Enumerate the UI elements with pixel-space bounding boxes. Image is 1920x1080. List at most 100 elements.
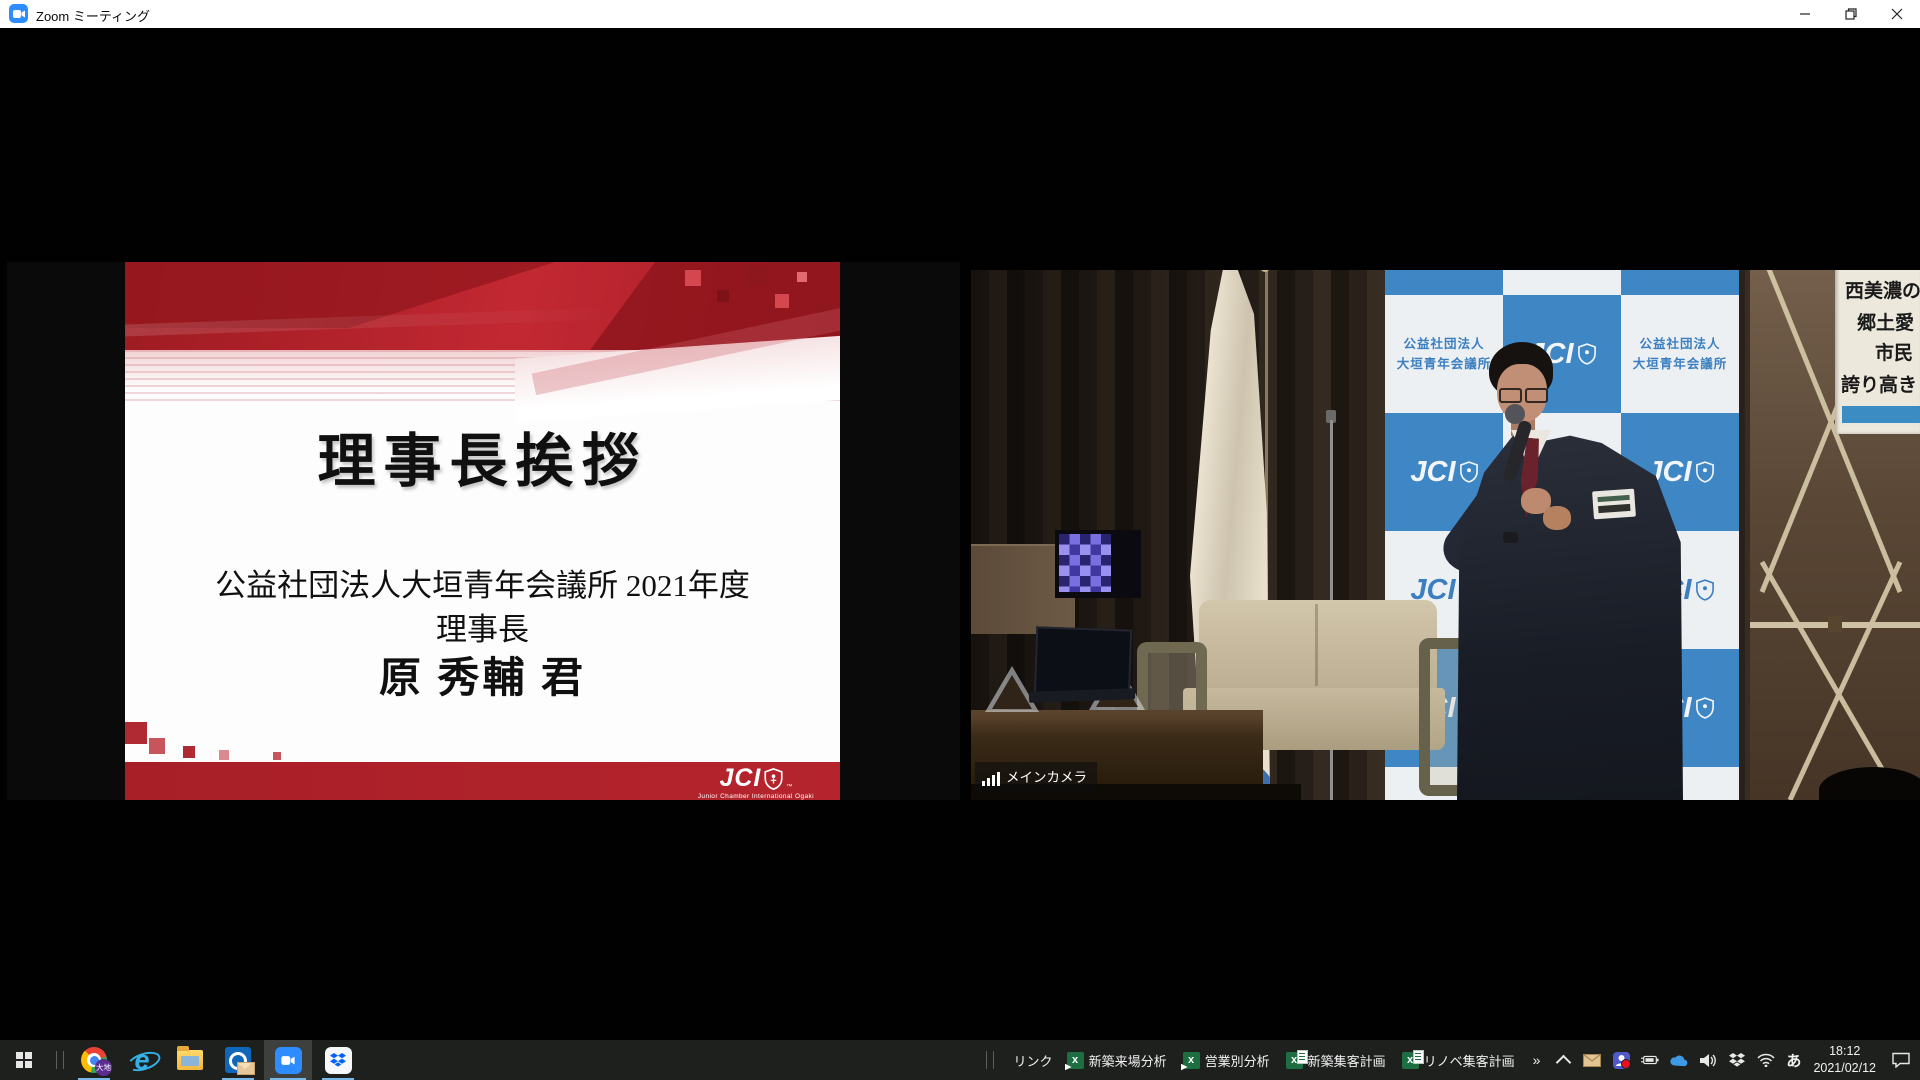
banner-pixel — [775, 294, 789, 308]
glasses-icon — [1499, 388, 1547, 402]
window-title: Zoom ミーティング — [36, 6, 150, 25]
volume-tray-icon[interactable] — [1699, 1050, 1717, 1070]
excel-icon: x — [1286, 1052, 1303, 1069]
speaker-person — [1455, 342, 1695, 800]
jci-shield-icon — [764, 768, 783, 790]
dropbox-icon — [325, 1047, 352, 1074]
link-shortcut[interactable]: x 営業別分析 — [1183, 1051, 1270, 1070]
mosaic-block — [219, 750, 229, 760]
link-label: 新築集客計画 — [1308, 1051, 1386, 1070]
excel-icon: x — [1402, 1052, 1419, 1069]
link-label: 新築来場分析 — [1089, 1051, 1167, 1070]
excel-icon: x — [1067, 1052, 1084, 1069]
battery-tray-icon[interactable] — [1641, 1050, 1659, 1070]
taskbar-chrome-button[interactable]: 大地 — [72, 1040, 116, 1080]
toolbar-grip[interactable] — [56, 1051, 64, 1069]
mosaic-block — [273, 752, 281, 760]
wrist-watch — [1503, 532, 1518, 543]
mosaic-block — [183, 746, 195, 758]
speaker-suit — [1457, 432, 1683, 800]
toolbar-grip[interactable] — [986, 1051, 994, 1069]
minimize-icon — [1799, 8, 1811, 20]
restore-button[interactable] — [1828, 0, 1874, 27]
camera-name-text: メインカメラ — [1006, 766, 1087, 786]
camera-name-label: メインカメラ — [975, 762, 1097, 791]
slide-role: 理事長 — [125, 604, 840, 649]
video-tile-camera[interactable]: JCI 公益社団法人大垣青年会議所 JCI 公益社団法人大垣青年会議所 JCI … — [971, 262, 1920, 800]
show-hidden-icons-chevron[interactable] — [1556, 1054, 1572, 1070]
poster-line: 市民 — [1875, 338, 1913, 365]
video-top-edge — [971, 262, 1920, 270]
link-label: 営業別分析 — [1205, 1051, 1270, 1070]
video-tile-slide[interactable]: 理事長挨拶 公益社団法人大垣青年会議所 2021年度 理事長 原 秀輔 君 JC… — [7, 262, 960, 800]
banner-pixel — [747, 266, 767, 286]
clock-time: 18:12 — [1829, 1043, 1860, 1060]
internet-explorer-icon: e — [128, 1046, 156, 1074]
backdrop-jci-text: JCI — [1410, 456, 1455, 489]
poster-blue-band — [1842, 406, 1920, 423]
chrome-icon: 大地 — [81, 1047, 107, 1073]
links-overflow-chevron[interactable]: » — [1533, 1052, 1541, 1068]
action-center-icon[interactable] — [1890, 1050, 1912, 1070]
camera-icon — [13, 9, 25, 19]
teams-tray-icon[interactable] — [1612, 1050, 1630, 1070]
speaker-name-badge — [1592, 489, 1636, 520]
taskbar-clock[interactable]: 18:12 2021/02/12 — [1813, 1043, 1876, 1077]
slide-title: 理事長挨拶 — [125, 414, 840, 498]
close-icon — [1891, 8, 1903, 20]
taskbar-dropbox-button[interactable] — [316, 1040, 360, 1080]
jci-shield-icon — [1696, 697, 1714, 719]
presentation-slide: 理事長挨拶 公益社団法人大垣青年会議所 2021年度 理事長 原 秀輔 君 JC… — [125, 262, 840, 800]
jci-trademark: ™ — [786, 784, 792, 790]
slide-footer: JCI ™ Junior Chamber International Ogaki — [125, 762, 840, 800]
flipchart-poster: 西美濃の 郷土愛 市民 誇り高き — [1835, 266, 1920, 434]
taskbar-outlook-button[interactable] — [216, 1040, 260, 1080]
link-label: リノベ集客計画 — [1424, 1051, 1515, 1070]
minimize-button[interactable] — [1782, 0, 1828, 27]
jci-logo: JCI ™ Junior Chamber International Ogaki — [698, 764, 814, 800]
banner-pixel — [685, 270, 701, 286]
link-shortcut[interactable]: x リノベ集客計画 — [1402, 1051, 1515, 1070]
zoom-app-icon — [9, 4, 28, 23]
slide-org-year: 公益社団法人大垣青年会議所 2021年度 — [125, 560, 840, 605]
slide-speaker-name: 原 秀輔 君 — [125, 644, 840, 705]
jci-shield-icon — [1696, 579, 1714, 601]
screen: Zoom ミーティング — [0, 0, 1920, 1080]
notification-dot — [1621, 1059, 1631, 1069]
taskbar-ie-button[interactable]: e — [120, 1040, 164, 1080]
link-shortcut[interactable]: x 新築集客計画 — [1286, 1051, 1386, 1070]
window-titlebar: Zoom ミーティング — [0, 0, 1920, 28]
taskbar-zoom-button-active[interactable] — [264, 1040, 312, 1080]
excel-icon: x — [1183, 1052, 1200, 1069]
banner-pixel — [717, 290, 729, 302]
poster-line: 西美濃の — [1845, 276, 1920, 303]
zoom-icon — [275, 1047, 302, 1074]
poster-line: 誇り高き — [1841, 370, 1917, 397]
monitor-screen — [1059, 534, 1111, 592]
outlook-icon — [225, 1047, 251, 1073]
couch-seam — [1315, 604, 1318, 686]
clock-date: 2021/02/12 — [1813, 1060, 1876, 1077]
taskbar-explorer-button[interactable] — [168, 1040, 212, 1080]
wifi-tray-icon[interactable] — [1757, 1050, 1775, 1070]
speaker-hand — [1543, 506, 1571, 530]
banner-pixel — [797, 272, 807, 282]
mosaic-block — [149, 738, 165, 754]
links-toolbar-label: リンク — [1014, 1051, 1053, 1070]
windows-logo-icon — [16, 1052, 32, 1068]
close-button[interactable] — [1874, 0, 1920, 27]
chrome-profile-badge: 大地 — [95, 1059, 112, 1076]
dropbox-tray-icon[interactable] — [1728, 1050, 1746, 1070]
meeting-stage: 理事長挨拶 公益社団法人大垣青年会議所 2021年度 理事長 原 秀輔 君 JC… — [0, 28, 1920, 1040]
file-explorer-icon — [177, 1050, 203, 1070]
mail-tray-icon[interactable] — [1583, 1050, 1601, 1070]
mosaic-block — [125, 722, 147, 744]
start-button[interactable] — [0, 1040, 48, 1080]
link-shortcut[interactable]: x 新築来場分析 — [1067, 1051, 1167, 1070]
jci-logo-subtext: Junior Chamber International Ogaki — [698, 793, 814, 800]
signal-bars-icon — [982, 772, 1000, 786]
microphone-head — [1505, 404, 1525, 424]
ime-indicator[interactable]: あ — [1786, 1050, 1801, 1071]
couch-backrest — [1199, 600, 1437, 690]
onedrive-tray-icon[interactable] — [1670, 1050, 1688, 1070]
